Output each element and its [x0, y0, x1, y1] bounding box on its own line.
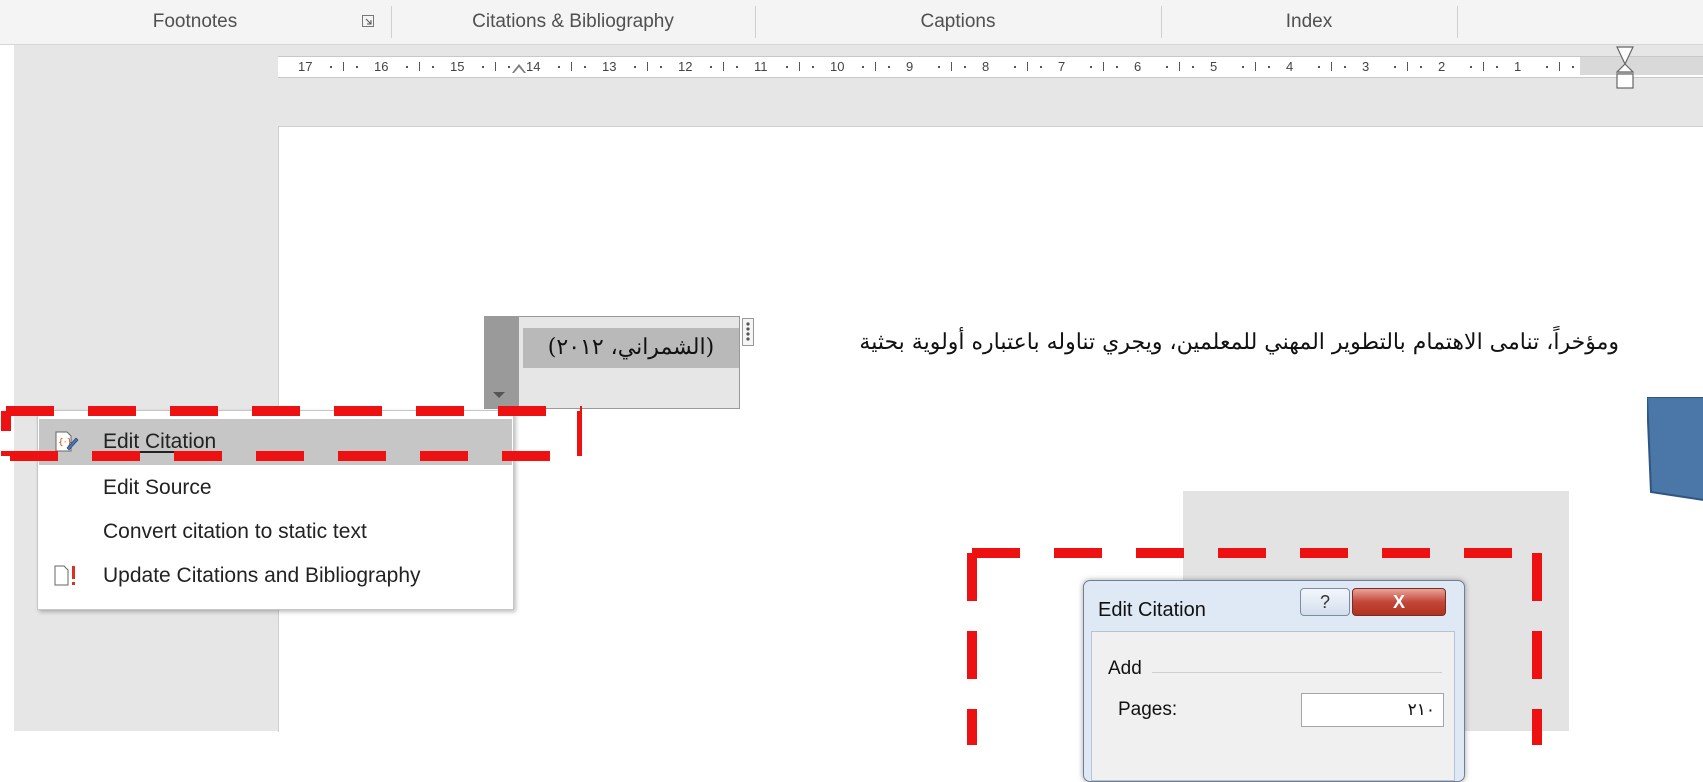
ruler-number: 8	[982, 59, 990, 74]
ruler-tick	[330, 66, 332, 68]
ruler-number: 1	[1514, 59, 1522, 74]
ruler-tick	[888, 66, 890, 68]
ruler-tick	[951, 62, 952, 71]
highlight-box-dialog	[967, 548, 1542, 745]
ruler-tick	[1559, 62, 1560, 71]
ruler-tick	[1268, 66, 1270, 68]
ruler-number: 10	[830, 59, 845, 74]
left-edge	[0, 45, 14, 731]
ribbon-group-citations: Citations & Bibliography	[472, 11, 674, 32]
ribbon-group-index: Index	[1285, 11, 1333, 32]
ruler-tick	[343, 62, 344, 71]
ruler-tick	[571, 62, 572, 71]
ruler-number: 7	[1058, 59, 1066, 74]
ribbon-group-footnotes: Footnotes	[152, 11, 238, 32]
highlight-box-edit-citation	[1, 406, 582, 461]
ruler-tick	[419, 62, 420, 71]
citation-text[interactable]: (الشمراني، ٢٠١٢)	[523, 328, 739, 368]
ruler-tick	[1166, 66, 1168, 68]
ruler-tick	[634, 66, 636, 68]
ruler-number: 16	[374, 59, 389, 74]
ruler-number: 6	[1134, 59, 1142, 74]
ruler-number: 12	[678, 59, 693, 74]
ruler-tick	[406, 66, 408, 68]
ruler-tick	[660, 66, 662, 68]
ruler-tick	[723, 62, 724, 71]
ruler-tick	[1470, 66, 1472, 68]
ruler-tick	[875, 62, 876, 71]
ruler-tick	[1242, 66, 1244, 68]
menu-item-edit-source[interactable]: Edit Source	[39, 465, 512, 511]
ruler-tick	[1255, 62, 1256, 71]
ruler-tick	[710, 66, 712, 68]
ruler-tick	[786, 66, 788, 68]
ruler-tick	[1331, 62, 1332, 71]
ruler-margin-area	[1580, 57, 1703, 75]
decorative-blue-shape	[1647, 397, 1703, 501]
ruler-tick	[1179, 62, 1180, 71]
ruler-tick	[799, 62, 800, 71]
ruler-tick	[1394, 66, 1396, 68]
ruler-number: 4	[1286, 59, 1294, 74]
menu-label: Edit Source	[103, 476, 212, 499]
ruler-number: 11	[754, 59, 768, 74]
ruler-tick	[1344, 66, 1346, 68]
ruler-tick	[1483, 62, 1484, 71]
ruler-tick	[1116, 66, 1118, 68]
ruler-tick	[1090, 66, 1092, 68]
ruler-tick	[1496, 66, 1498, 68]
ruler-tick	[584, 66, 586, 68]
ruler-number: 17	[298, 59, 313, 74]
menu-item-update-bibliography[interactable]: Update Citations and Bibliography	[39, 553, 512, 599]
ruler-tick	[1318, 66, 1320, 68]
ruler-tick	[1546, 66, 1548, 68]
ruler-tick	[432, 66, 434, 68]
ruler-tick	[1192, 66, 1194, 68]
ruler-number: 13	[602, 59, 617, 74]
ruler-tick	[812, 66, 814, 68]
ribbon-group-labels: Footnotes Citations & Bibliography Capti…	[0, 0, 1703, 45]
horizontal-ruler[interactable]: 17161514131211109876543211	[278, 56, 1703, 78]
ruler-tick	[862, 66, 864, 68]
ruler-number: 9	[906, 59, 914, 74]
grip-dots-icon	[742, 318, 754, 346]
ruler-number: 15	[450, 59, 465, 74]
ruler-tick	[938, 66, 940, 68]
menu-label: Convert citation to static text	[103, 520, 367, 543]
ruler-tick	[482, 66, 484, 68]
menu-item-convert-static[interactable]: Convert citation to static text	[39, 509, 512, 555]
ruler-tick	[558, 66, 560, 68]
ruler-tick	[1027, 62, 1028, 71]
ruler-tick	[1014, 66, 1016, 68]
citation-dropdown-arrow-icon[interactable]	[493, 392, 505, 398]
update-bibliography-icon	[54, 565, 75, 586]
right-indent-marker-icon[interactable]	[1616, 46, 1634, 92]
ruler-number: 5	[1210, 59, 1218, 74]
ruler-tick	[1103, 62, 1104, 71]
ruler-tick	[495, 62, 496, 71]
ruler-number: 3	[1362, 59, 1370, 74]
menu-label: Update Citations and Bibliography	[103, 564, 421, 587]
ruler-number: 14	[526, 59, 541, 74]
ruler-tick	[736, 66, 738, 68]
dialog-launcher-icon[interactable]	[362, 15, 374, 30]
ruler-tick	[356, 66, 358, 68]
ruler-tick	[1420, 66, 1422, 68]
ruler-tick	[508, 66, 510, 68]
ruler-tick	[964, 66, 966, 68]
ruler-tick	[1040, 66, 1042, 68]
ruler-tick	[1572, 66, 1574, 68]
paragraph-text[interactable]: ومؤخراً، تنامى الاهتمام بالتطوير المهني …	[859, 330, 1619, 355]
ruler-tick	[647, 62, 648, 71]
ruler-number: 2	[1438, 59, 1446, 74]
ribbon-group-captions: Captions	[920, 11, 996, 32]
ruler-tick	[1407, 62, 1408, 71]
